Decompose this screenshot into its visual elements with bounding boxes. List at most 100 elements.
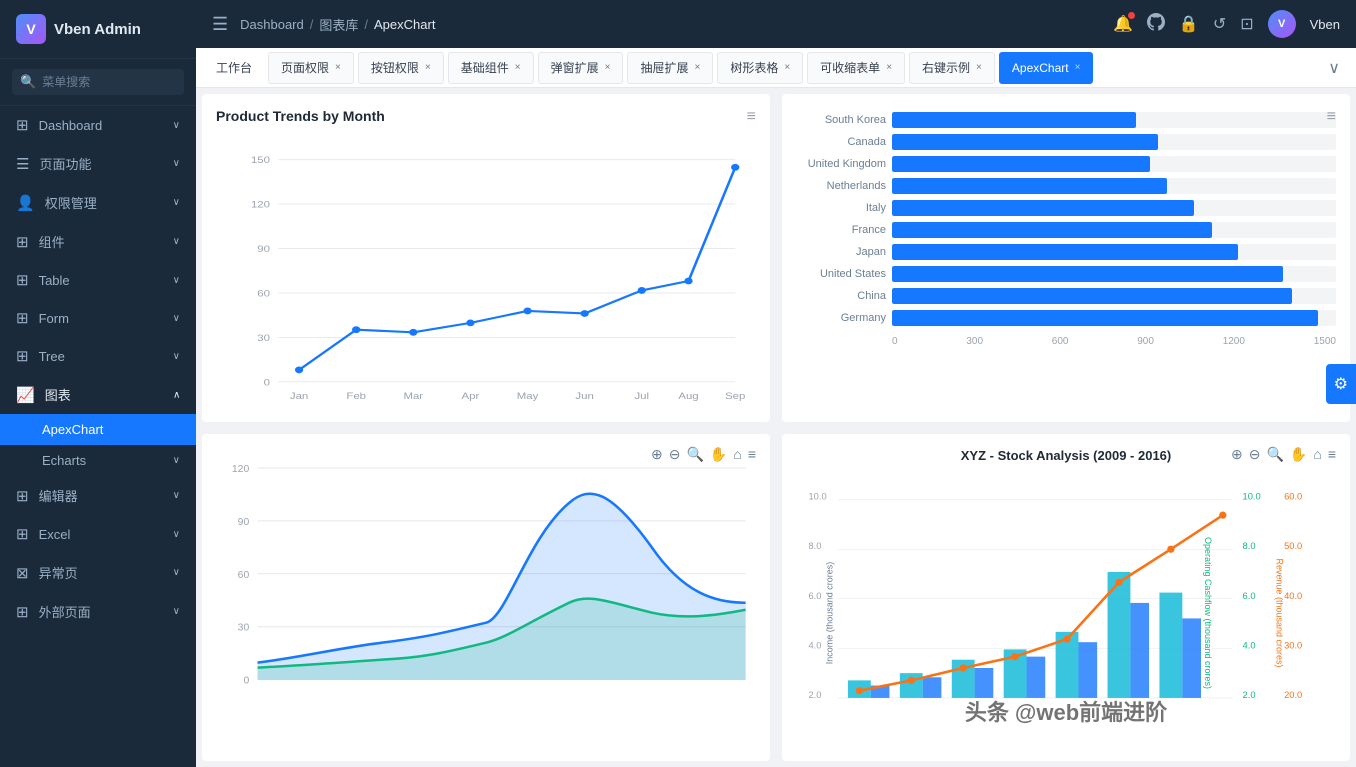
line-chart-svg: 0 30 60 90 120 150 Jan Feb Mar Apr May J… [216, 134, 756, 408]
form-icon: ⊞ [16, 309, 29, 327]
tab-drawer-ext-close[interactable]: × [694, 62, 700, 73]
excel-icon: ⊞ [16, 525, 29, 543]
chevron-excel: ∨ [173, 529, 180, 540]
sidebar-label-editor: 编辑器 [39, 486, 78, 505]
sidebar-item-external[interactable]: ⊞外部页面 ∨ [0, 592, 196, 631]
tabs-collapse-icon[interactable]: ∨ [1320, 58, 1348, 78]
stock-zoom-icon[interactable]: 🔍 [1266, 446, 1283, 463]
sidebar-item-echarts[interactable]: Echarts ∨ [0, 445, 196, 476]
stock-zoom-out-icon[interactable]: ⊖ [1249, 446, 1261, 463]
tab-context-menu[interactable]: 右键示例 × [909, 52, 995, 84]
bar-chart-container: South Korea Canada United Kingdom Nether… [796, 108, 1336, 408]
svg-text:10.0: 10.0 [808, 491, 826, 501]
tab-drawer-ext[interactable]: 抽屉扩展 × [627, 52, 713, 84]
stock-pan-icon[interactable]: ✋ [1290, 446, 1307, 463]
tab-button-permission[interactable]: 按钮权限 × [358, 52, 444, 84]
bar-label-japan: Japan [796, 246, 886, 258]
sidebar-item-error-page[interactable]: ⊠异常页 ∨ [0, 553, 196, 592]
stock-chart-menu-icon[interactable]: ≡ [1328, 446, 1336, 463]
sidebar-item-apexchart[interactable]: ApexChart [0, 414, 196, 445]
sidebar-item-components[interactable]: ⊞组件 ∨ [0, 222, 196, 261]
hamburger-icon[interactable]: ☰ [212, 14, 228, 35]
search-box[interactable]: 🔍 [12, 69, 184, 95]
bar-track-germany [892, 310, 1336, 326]
tab-context-menu-close[interactable]: × [976, 62, 982, 73]
pan-icon[interactable]: ✋ [710, 446, 727, 463]
sidebar-item-charts[interactable]: 📈图表 ∨ [0, 375, 196, 414]
tab-basic-components-close[interactable]: × [515, 62, 521, 73]
refresh-icon[interactable]: ↺ [1213, 14, 1226, 34]
sidebar-item-page-function[interactable]: ☰页面功能 ∨ [0, 144, 196, 183]
bar-chart-menu-icon[interactable]: ≡ [1327, 108, 1336, 126]
svg-text:2.0: 2.0 [1243, 689, 1256, 699]
sidebar-label-echarts: Echarts [42, 453, 86, 468]
sidebar-item-excel[interactable]: ⊞ Excel ∨ [0, 515, 196, 553]
sidebar-label-page-function: 页面功能 [39, 154, 91, 173]
tab-apexchart-close[interactable]: × [1075, 62, 1081, 73]
header: ☰ Dashboard / 图表库 / ApexChart 🔔 🔒 ↺ ⊡ V … [196, 0, 1356, 48]
bar-row-germany: Germany [796, 310, 1336, 326]
settings-fab[interactable]: ⚙ [1326, 364, 1356, 404]
search-input[interactable] [42, 75, 176, 89]
tab-tree-table[interactable]: 树形表格 × [717, 52, 803, 84]
bar-row-italy: Italy [796, 200, 1336, 216]
breadcrumb-item-charts[interactable]: 图表库 [319, 15, 358, 34]
sidebar-label-excel: Excel [39, 527, 71, 542]
tab-apexchart[interactable]: ApexChart × [999, 52, 1094, 84]
bar-track-italy [892, 200, 1336, 216]
tab-tree-table-close[interactable]: × [784, 62, 790, 73]
tabs-bar: 工作台 页面权限 × 按钮权限 × 基础组件 × 弹窗扩展 × 抽屉扩展 × 树… [196, 48, 1356, 88]
notification-bell-icon[interactable]: 🔔 [1113, 14, 1133, 34]
zoom-out-icon[interactable]: ⊖ [669, 446, 681, 463]
sidebar-item-editor[interactable]: ⊞编辑器 ∨ [0, 476, 196, 515]
components-icon: ⊞ [16, 233, 29, 251]
chevron-error-page: ∨ [173, 567, 180, 578]
chevron-table: ∨ [173, 275, 180, 286]
bar-fill-japan [892, 244, 1238, 260]
tab-page-permission-close[interactable]: × [335, 62, 341, 73]
bar-fill-germany [892, 310, 1318, 326]
area-chart-menu-icon[interactable]: ≡ [748, 446, 756, 463]
badge-dot [1128, 12, 1135, 19]
error-page-icon: ⊠ [16, 564, 29, 582]
stock-chart-title: XYZ - Stock Analysis (2009 - 2016) [961, 448, 1172, 463]
layout-icon[interactable]: ⊡ [1240, 14, 1253, 34]
sidebar-item-permission[interactable]: 👤权限管理 ∨ [0, 183, 196, 222]
chevron-echarts: ∨ [173, 455, 180, 466]
svg-text:90: 90 [257, 245, 270, 255]
sidebar-item-table[interactable]: ⊞Table ∨ [0, 261, 196, 299]
sidebar-item-tree[interactable]: ⊞Tree ∨ [0, 337, 196, 375]
lock-icon[interactable]: 🔒 [1179, 14, 1199, 34]
bar-label-italy: Italy [796, 202, 886, 214]
stock-zoom-in-icon[interactable]: ⊕ [1231, 446, 1243, 463]
bar-track-china [892, 288, 1336, 304]
tab-modal-ext-close[interactable]: × [605, 62, 611, 73]
tab-collapsible-form-close[interactable]: × [886, 62, 892, 73]
github-icon[interactable] [1147, 13, 1165, 36]
tab-modal-ext[interactable]: 弹窗扩展 × [538, 52, 624, 84]
stock-home-icon[interactable]: ⌂ [1313, 446, 1321, 463]
sidebar-item-form[interactable]: ⊞Form ∨ [0, 299, 196, 337]
tree-icon: ⊞ [16, 347, 29, 365]
home-icon[interactable]: ⌂ [733, 446, 741, 463]
sidebar-label-permission: 权限管理 [45, 193, 97, 212]
zoom-in-icon[interactable]: ⊕ [651, 446, 663, 463]
sidebar-label-external: 外部页面 [39, 602, 91, 621]
sidebar-item-dashboard[interactable]: ⊞Dashboard ∨ [0, 106, 196, 144]
tab-basic-components[interactable]: 基础组件 × [448, 52, 534, 84]
header-left: ☰ Dashboard / 图表库 / ApexChart [212, 14, 435, 35]
breadcrumb-item-dashboard[interactable]: Dashboard [240, 17, 304, 32]
tab-collapsible-form[interactable]: 可收缩表单 × [807, 52, 905, 84]
tab-page-permission[interactable]: 页面权限 × [268, 52, 354, 84]
zoom-icon[interactable]: 🔍 [686, 446, 703, 463]
chevron-components: ∨ [173, 236, 180, 247]
permission-icon: 👤 [16, 194, 35, 212]
sidebar: V Vben Admin 🔍 ⊞Dashboard ∨ ☰页面功能 ∨ 👤权限管… [0, 0, 196, 767]
line-chart-menu-icon[interactable]: ≡ [747, 108, 756, 126]
tab-workbench[interactable]: 工作台 [204, 52, 264, 84]
svg-text:6.0: 6.0 [1243, 590, 1256, 600]
tab-button-permission-close[interactable]: × [425, 62, 431, 73]
stock-chart-toolbar: ⊕ ⊖ 🔍 ✋ ⌂ ≡ [1231, 446, 1336, 463]
area-chart-toolbar: ⊕ ⊖ 🔍 ✋ ⌂ ≡ [651, 446, 756, 463]
tab-page-permission-label: 页面权限 [281, 59, 329, 76]
